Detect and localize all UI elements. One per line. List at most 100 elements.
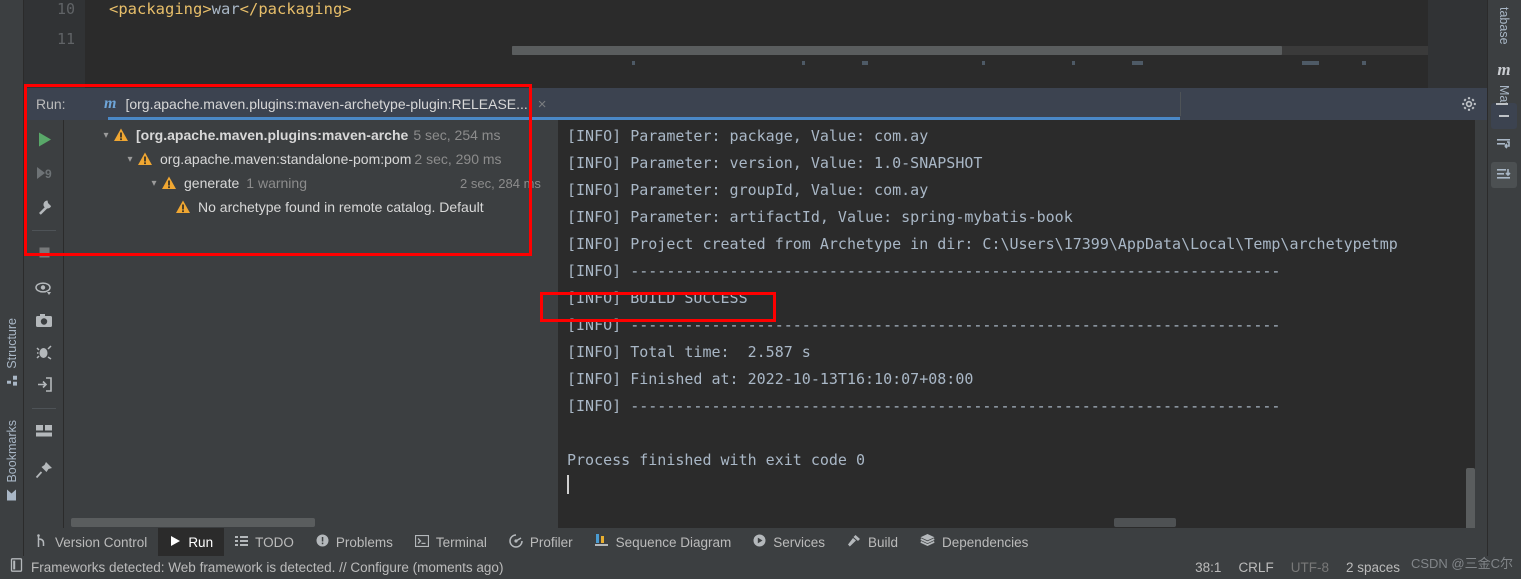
tab-run[interactable]: Run [158, 528, 225, 556]
tab-services[interactable]: Services [742, 528, 836, 556]
inspection-icon [10, 558, 23, 577]
tab-label: Services [773, 534, 825, 550]
sequence-diagram-icon [594, 534, 609, 550]
tree-hscroll-track[interactable] [65, 517, 558, 528]
layers-icon [920, 534, 935, 550]
sidebar-item-database[interactable]: tabase [1489, 2, 1519, 45]
tool-window-tab-bar: Version Control Run TODO Problems Termin [24, 528, 1487, 556]
settings-gear-icon[interactable] [1453, 88, 1485, 120]
console-line: [INFO] Finished at: 2022-10-13T16:10:07+… [567, 370, 974, 388]
warning-icon [113, 127, 129, 143]
tab-version-control[interactable]: Version Control [24, 528, 158, 556]
maven-m-icon: m [104, 95, 117, 112]
rerun-failed-tests-button[interactable]: 9 [30, 159, 58, 187]
tree-row[interactable]: No archetype found in remote catalog. De… [175, 195, 484, 219]
console-line: [INFO] Parameter: artifactId, Value: spr… [567, 208, 1073, 226]
run-configuration-tab[interactable]: m [org.apache.maven.plugins:maven-archet… [94, 88, 555, 120]
exclamation-circle-icon [316, 534, 329, 550]
editor-minimap [512, 57, 1457, 71]
chevron-down-icon[interactable]: ▾ [123, 154, 137, 165]
run-console[interactable]: [INFO] Parameter: package, Value: com.ay… [558, 120, 1487, 576]
tree-hscroll-thumb[interactable] [71, 518, 315, 527]
editor-gutter: 10 11 [24, 0, 85, 88]
console-line: [INFO] Parameter: version, Value: 1.0-SN… [567, 154, 983, 172]
tab-todo[interactable]: TODO [224, 528, 305, 556]
close-icon[interactable]: × [538, 96, 547, 113]
tree-row[interactable]: ▾ org.apache.maven:standalone-pom:pom 2 … [123, 147, 502, 171]
chevron-down-icon[interactable]: ▾ [99, 130, 113, 141]
sidebar-item-label: Bookmarks [5, 420, 19, 483]
tab-dependencies[interactable]: Dependencies [909, 528, 1039, 556]
console-line: [INFO] BUILD SUCCESS [567, 289, 748, 307]
console-caret [567, 475, 569, 494]
ide-window: 10 11 <packaging>war</packaging> Structu… [0, 0, 1521, 579]
console-hscroll-thumb[interactable] [1114, 518, 1176, 527]
file-encoding[interactable]: UTF-8 [1291, 560, 1329, 575]
tab-label: Build [868, 534, 899, 550]
play-icon [169, 535, 181, 550]
tab-sequence-diagram[interactable]: Sequence Diagram [584, 528, 743, 556]
list-icon [235, 535, 249, 550]
export-snapshot-button[interactable] [30, 306, 58, 334]
run-toolbar: 9 [24, 120, 64, 528]
sidebar-item-label: Structure [5, 318, 19, 369]
tab-label: Terminal [435, 534, 487, 550]
import-tests-button[interactable] [30, 370, 58, 398]
maven-m-icon: m [1497, 60, 1511, 79]
console-line: [INFO] ---------------------------------… [567, 316, 1281, 334]
tree-row[interactable]: ▾ generate 1 warning [147, 171, 307, 195]
tab-terminal[interactable]: Terminal [404, 528, 498, 556]
rerun-button[interactable] [30, 125, 58, 153]
download-sources-icon[interactable] [1491, 162, 1517, 188]
profiler-icon [509, 533, 523, 551]
hammer-icon [847, 534, 861, 551]
tree-row-sublabel: 1 warning [246, 175, 307, 191]
editor-hscroll-thumb[interactable] [512, 46, 1282, 55]
filter-tests-button[interactable] [30, 274, 58, 302]
pin-tab-button[interactable] [30, 456, 58, 484]
svg-text:9: 9 [45, 167, 52, 181]
run-tree[interactable]: ▾ [org.apache.maven.plugins:maven-arche … [65, 120, 558, 528]
structure-icon [5, 375, 19, 386]
left-tool-strip: Structure Bookmarks [0, 0, 24, 556]
run-configuration-settings-button[interactable] [30, 193, 58, 221]
console-line: [INFO] ---------------------------------… [567, 397, 1281, 415]
console-line: Process finished with exit code 0 [567, 451, 866, 469]
tab-label: TODO [255, 534, 294, 550]
tab-problems[interactable]: Problems [305, 528, 404, 556]
line-separator[interactable]: CRLF [1238, 560, 1273, 575]
tab-build[interactable]: Build [836, 528, 909, 556]
editor-area[interactable]: 10 11 <packaging>war</packaging> [24, 0, 1487, 88]
tree-row-time: 2 sec, 290 ms [414, 151, 502, 167]
tree-row[interactable]: ▾ [org.apache.maven.plugins:maven-arche … [99, 123, 500, 147]
tree-row-time: 5 sec, 254 ms [413, 127, 501, 143]
caret-position[interactable]: 38:1 [1195, 560, 1221, 575]
debug-button[interactable] [30, 338, 58, 366]
chevron-down-icon[interactable]: ▾ [147, 178, 161, 189]
status-bar: Frameworks detected: Web framework is de… [0, 556, 1521, 579]
xml-open-tag: <packaging> [109, 0, 212, 18]
services-icon [753, 534, 766, 550]
stop-button[interactable] [30, 238, 58, 266]
layout-settings-button[interactable] [30, 416, 58, 444]
xml-text: war [211, 0, 240, 18]
tree-row-time: 2 sec, 284 ms [460, 176, 541, 191]
console-line: [INFO] Total time: 2.587 s [567, 343, 811, 361]
warning-icon [137, 151, 153, 167]
console-line: [INFO] ---------------------------------… [567, 262, 1281, 280]
minimize-icon[interactable] [1486, 88, 1518, 120]
status-message[interactable]: Frameworks detected: Web framework is de… [31, 560, 503, 575]
sidebar-item-label: tabase [1497, 7, 1511, 45]
editor-code[interactable]: <packaging>war</packaging> [109, 0, 1487, 88]
console-line: [INFO] Parameter: groupId, Value: com.ay [567, 181, 929, 199]
editor-right-gap [1428, 0, 1487, 88]
indent-setting[interactable]: 2 spaces [1346, 560, 1400, 575]
tree-row-label: org.apache.maven:standalone-pom:pom [160, 151, 412, 167]
tab-profiler[interactable]: Profiler [498, 528, 584, 556]
console-vscroll-track[interactable] [1466, 120, 1475, 517]
sidebar-item-structure[interactable]: Structure [0, 318, 24, 386]
tab-label: Version Control [55, 534, 148, 550]
collapse-all-icon[interactable] [1491, 131, 1517, 157]
run-window-label: Run: [36, 96, 66, 112]
sidebar-item-bookmarks[interactable]: Bookmarks [0, 420, 24, 502]
